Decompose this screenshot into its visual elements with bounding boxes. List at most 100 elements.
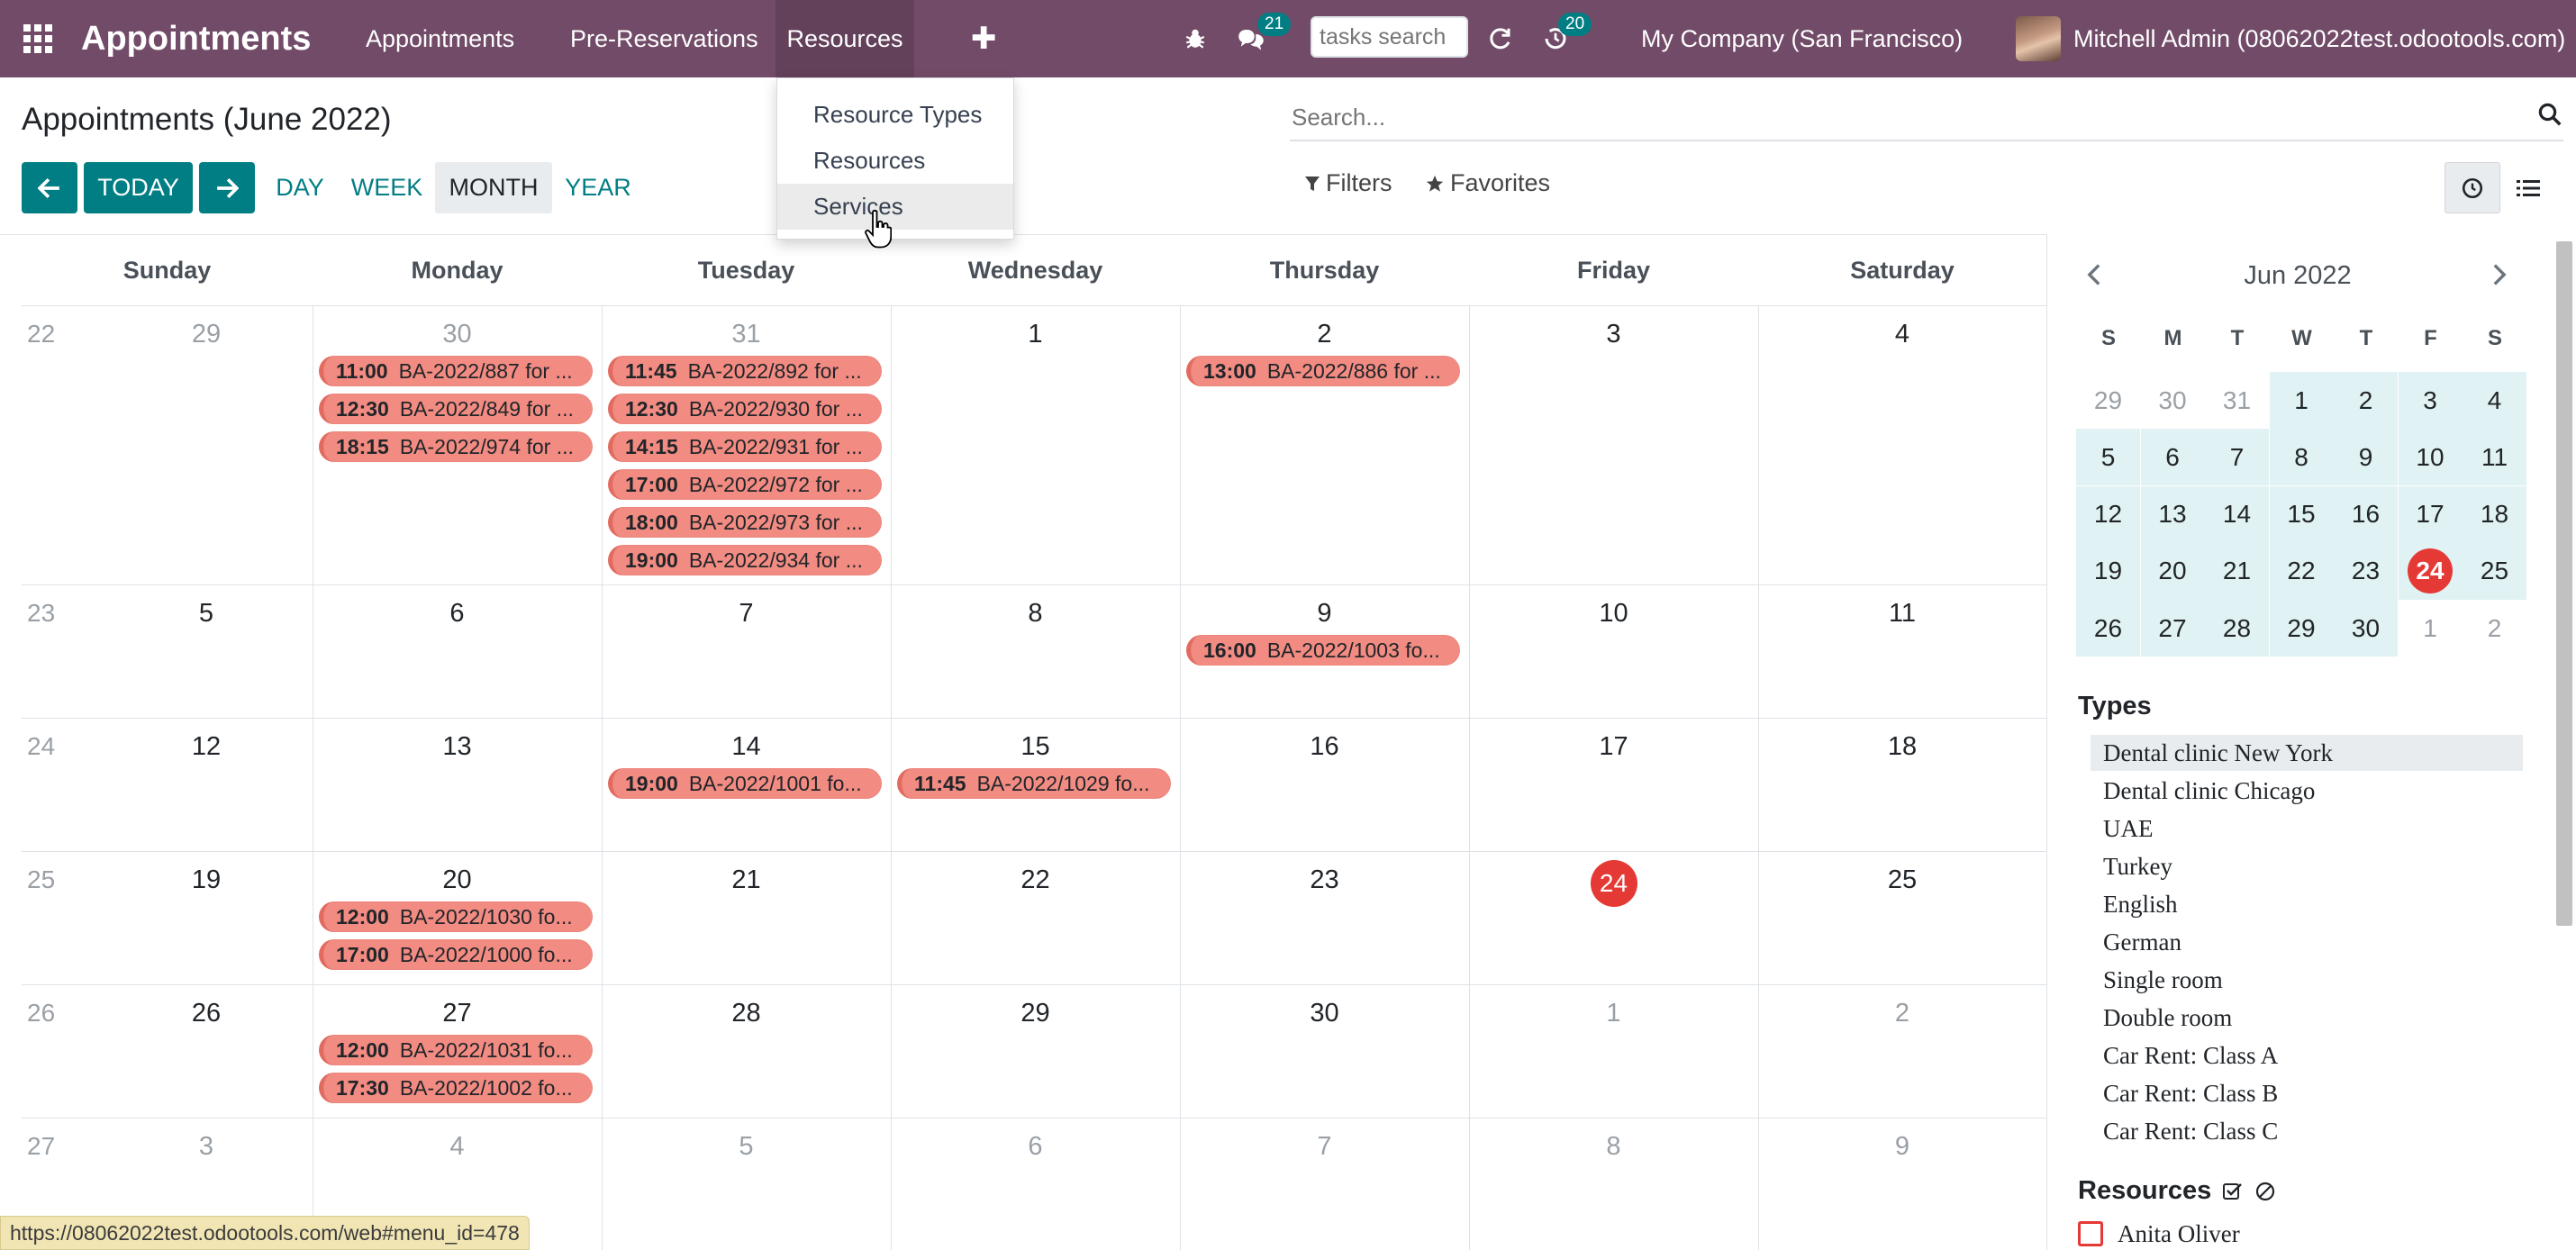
favorites-button[interactable]: Favorites <box>1425 169 1550 197</box>
tasks-search-input[interactable] <box>1311 16 1468 58</box>
calendar-event[interactable]: 17:00 BA-2022/1000 fo... <box>319 939 593 970</box>
mini-day[interactable]: 5 <box>2076 429 2140 486</box>
day-number[interactable]: 11 <box>1758 599 2046 629</box>
deselect-all-icon[interactable] <box>2254 1181 2276 1202</box>
refresh-icon[interactable] <box>1484 0 1515 77</box>
day-number[interactable]: 4 <box>313 1132 602 1162</box>
day-number[interactable]: 30 <box>313 320 602 349</box>
mini-day[interactable]: 11 <box>2463 429 2526 486</box>
mini-day[interactable]: 19 <box>2076 542 2140 600</box>
day-number[interactable]: 7 <box>602 599 891 629</box>
mini-day[interactable]: 24 <box>2398 542 2463 600</box>
mini-day[interactable]: 20 <box>2140 542 2205 600</box>
search-icon[interactable] <box>2536 101 2563 128</box>
calendar-event[interactable]: 16:00 BA-2022/1003 fo... <box>1186 635 1460 666</box>
day-number[interactable]: 2 <box>1758 999 2046 1028</box>
user-menu[interactable]: Mitchell Admin (08062022test.odootools.c… <box>2016 0 2565 77</box>
day-number[interactable]: 5 <box>602 1132 891 1162</box>
day-number[interactable]: 6 <box>891 1132 1180 1162</box>
mini-day[interactable]: 13 <box>2140 485 2205 543</box>
mini-day[interactable]: 29 <box>2076 372 2140 429</box>
day-number[interactable]: 31 <box>602 320 891 349</box>
day-number[interactable]: 5 <box>130 599 283 629</box>
scale-week-button[interactable]: WEEK <box>345 162 429 213</box>
calendar-event[interactable]: 14:15 BA-2022/931 for ... <box>608 431 882 462</box>
mini-day[interactable]: 22 <box>2269 542 2334 600</box>
select-all-icon[interactable] <box>2222 1181 2244 1202</box>
day-number[interactable]: 13 <box>313 732 602 762</box>
mini-day[interactable]: 25 <box>2463 542 2526 600</box>
mini-day[interactable]: 23 <box>2334 542 2398 600</box>
type-filter-item[interactable]: Car Rent: Class A <box>2091 1037 2523 1073</box>
day-number[interactable]: 1 <box>1469 999 1758 1028</box>
app-brand[interactable]: Appointments <box>81 0 311 77</box>
mini-day[interactable]: 29 <box>2269 600 2334 657</box>
mini-day[interactable]: 17 <box>2398 485 2463 543</box>
day-number[interactable]: 3 <box>1469 320 1758 349</box>
day-number[interactable]: 18 <box>1758 732 2046 762</box>
dropdown-item-resources[interactable]: Resources <box>777 138 1013 184</box>
calendar-event[interactable]: 12:00 BA-2022/1031 fo... <box>319 1035 593 1065</box>
mini-day[interactable]: 1 <box>2399 600 2463 657</box>
day-number[interactable]: 12 <box>130 732 283 762</box>
mini-day[interactable]: 15 <box>2269 485 2334 543</box>
day-number[interactable]: 1 <box>891 320 1180 349</box>
day-number[interactable]: 25 <box>1758 865 2046 895</box>
day-number[interactable]: 9 <box>1180 599 1469 629</box>
type-filter-item[interactable]: UAE <box>2091 811 2523 847</box>
scale-year-button[interactable]: YEAR <box>558 162 638 213</box>
mini-day[interactable]: 2 <box>2463 600 2526 657</box>
resource-checkbox[interactable] <box>2078 1221 2103 1246</box>
sidebar-scrollbar[interactable] <box>2556 241 2572 926</box>
calendar-event[interactable]: 17:00 BA-2022/972 for ... <box>608 469 882 500</box>
mini-day[interactable]: 26 <box>2076 600 2140 657</box>
calendar-event[interactable]: 17:30 BA-2022/1002 fo... <box>319 1073 593 1103</box>
calendar-event[interactable]: 11:45 BA-2022/892 for ... <box>608 356 882 386</box>
mini-day[interactable]: 30 <box>2334 600 2398 657</box>
mini-day[interactable]: 31 <box>2205 372 2269 429</box>
day-number[interactable]: 23 <box>1180 865 1469 895</box>
type-filter-item[interactable]: English <box>2091 886 2523 922</box>
mini-day[interactable]: 8 <box>2269 429 2334 486</box>
mini-day[interactable]: 30 <box>2141 372 2205 429</box>
mini-day[interactable]: 3 <box>2398 372 2463 429</box>
type-filter-item[interactable]: Car Rent: Class B <box>2091 1075 2523 1111</box>
mini-day[interactable]: 9 <box>2334 429 2398 486</box>
calendar-event[interactable]: 18:00 BA-2022/973 for ... <box>608 507 882 538</box>
mini-day[interactable]: 18 <box>2463 485 2526 543</box>
day-number[interactable]: 26 <box>130 999 283 1028</box>
next-button[interactable] <box>199 162 255 213</box>
calendar-event[interactable]: 12:00 BA-2022/1030 fo... <box>319 901 593 932</box>
menu-pre-reservations[interactable]: Pre-Reservations <box>541 0 787 77</box>
day-number[interactable]: 4 <box>1758 320 2046 349</box>
today-marker[interactable]: 24 <box>1590 860 1637 907</box>
day-number[interactable]: 27 <box>313 999 602 1028</box>
day-number[interactable]: 19 <box>130 865 283 895</box>
calendar-event[interactable]: 11:00 BA-2022/887 for ... <box>319 356 593 386</box>
plus-icon[interactable]: ✚ <box>971 0 997 77</box>
calendar-event[interactable]: 13:00 BA-2022/886 for ... <box>1186 356 1460 386</box>
mini-day[interactable]: 27 <box>2140 600 2205 657</box>
bug-icon[interactable] <box>1182 0 1209 77</box>
day-number[interactable]: 2 <box>1180 320 1469 349</box>
mini-day[interactable]: 28 <box>2205 600 2269 657</box>
day-number[interactable]: 3 <box>130 1132 283 1162</box>
type-filter-item[interactable]: Single room <box>2091 962 2523 998</box>
calendar-event[interactable]: 12:30 BA-2022/849 for ... <box>319 394 593 424</box>
day-number[interactable]: 8 <box>891 599 1180 629</box>
day-number[interactable]: 10 <box>1469 599 1758 629</box>
activity-clock-icon[interactable] <box>1540 0 1571 77</box>
list-view-button[interactable] <box>2500 162 2556 213</box>
type-filter-item[interactable]: Dental clinic Chicago <box>2091 773 2523 809</box>
type-filter-item[interactable]: Dental clinic New York <box>2091 735 2523 771</box>
prev-button[interactable] <box>22 162 77 213</box>
mini-day[interactable]: 2 <box>2334 372 2398 429</box>
day-number[interactable]: 22 <box>891 865 1180 895</box>
day-number[interactable]: 29 <box>891 999 1180 1028</box>
day-number[interactable]: 28 <box>602 999 891 1028</box>
calendar-event[interactable]: 12:30 BA-2022/930 for ... <box>608 394 882 424</box>
dropdown-item-services[interactable]: Services <box>777 184 1013 230</box>
mini-day[interactable]: 16 <box>2334 485 2398 543</box>
today-button[interactable]: TODAY <box>84 162 193 213</box>
dropdown-item-resource-types[interactable]: Resource Types <box>777 92 1013 138</box>
